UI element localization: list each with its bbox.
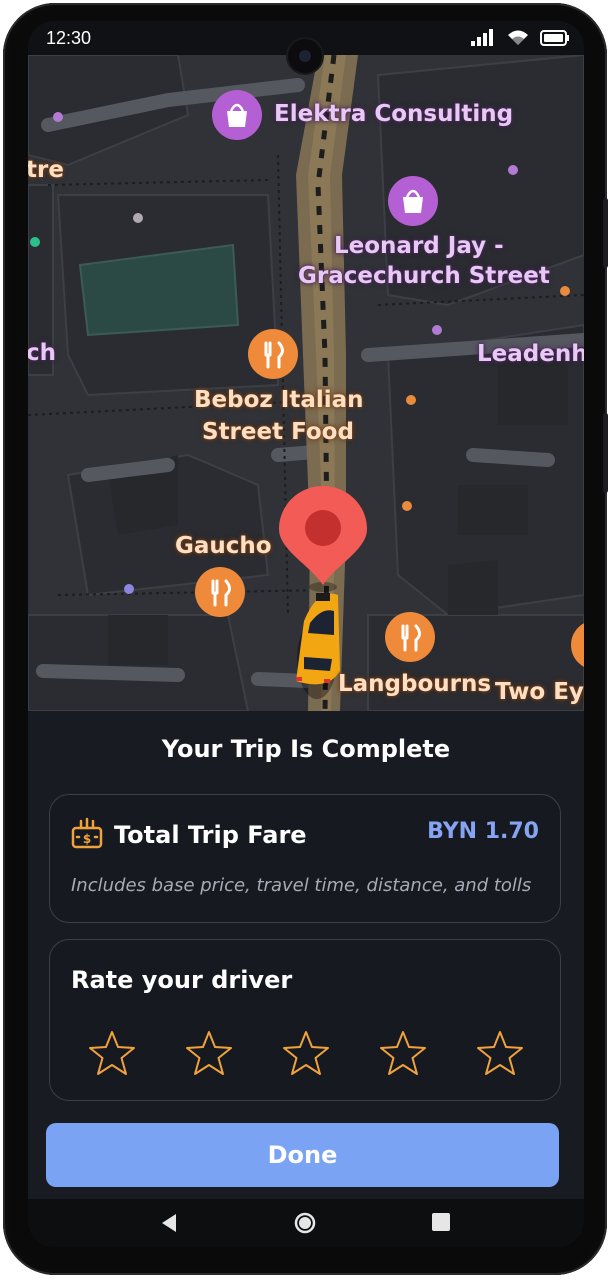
map-place-label[interactable]: Beboz Italian bbox=[194, 385, 364, 416]
star-2-icon[interactable] bbox=[183, 1028, 235, 1080]
power-button bbox=[603, 413, 608, 493]
wifi-icon bbox=[508, 30, 528, 45]
battery-icon bbox=[540, 30, 569, 46]
done-button[interactable]: Done bbox=[46, 1123, 559, 1187]
map-place-label[interactable]: Street Food bbox=[202, 417, 354, 448]
map-place-label[interactable]: Leadenha bbox=[477, 339, 584, 370]
phone-frame: Elektra Consulting Leonard Jay - Gracech… bbox=[3, 3, 608, 1275]
star-5-icon[interactable] bbox=[474, 1028, 526, 1080]
rating-card: Rate your driver bbox=[49, 939, 561, 1101]
map-place-label[interactable]: Leonard Jay - bbox=[334, 231, 504, 262]
map-place-label[interactable]: Elektra Consulting bbox=[274, 99, 513, 130]
front-camera bbox=[288, 39, 322, 73]
cellular-signal-icon bbox=[471, 29, 493, 46]
rating-title: Rate your driver bbox=[71, 966, 293, 994]
system-nav-bar bbox=[28, 1199, 584, 1247]
star-1-icon[interactable] bbox=[86, 1028, 138, 1080]
shopping-poi-icon bbox=[212, 90, 262, 140]
status-time: 12:30 bbox=[46, 28, 92, 48]
map-place-label[interactable]: tre bbox=[28, 155, 64, 186]
volume-button bbox=[603, 198, 608, 268]
screen: Elektra Consulting Leonard Jay - Gracech… bbox=[28, 21, 584, 1247]
back-icon[interactable] bbox=[158, 1211, 180, 1235]
fare-card: $ Total Trip Fare BYN 1.70 Includes base… bbox=[49, 794, 561, 923]
map-place-label[interactable]: Langbourns bbox=[338, 669, 491, 700]
shopping-poi-icon bbox=[388, 176, 438, 226]
map-place-label[interactable]: Gracechurch Street bbox=[298, 261, 550, 292]
star-4-icon[interactable] bbox=[377, 1028, 429, 1080]
trip-summary-sheet: Your Trip Is Complete $ Total Trip Fare … bbox=[28, 711, 584, 1215]
star-rating bbox=[86, 1028, 526, 1080]
cash-icon: $ bbox=[71, 817, 103, 849]
map-canvas bbox=[28, 55, 584, 711]
fare-title: Total Trip Fare bbox=[114, 821, 307, 849]
home-icon[interactable] bbox=[293, 1211, 317, 1235]
recents-icon[interactable] bbox=[430, 1211, 452, 1233]
trip-complete-title: Your Trip Is Complete bbox=[161, 735, 451, 763]
map-place-label[interactable]: Two Eye bbox=[495, 677, 584, 708]
map-place-label[interactable]: Gaucho bbox=[175, 531, 272, 562]
fare-amount: BYN 1.70 bbox=[427, 819, 539, 844]
fare-note: Includes base price, travel time, distan… bbox=[71, 875, 532, 896]
map-place-label[interactable]: ch bbox=[28, 338, 56, 369]
svg-text:$: $ bbox=[83, 832, 91, 846]
star-3-icon[interactable] bbox=[280, 1028, 332, 1080]
map-view[interactable]: Elektra Consulting Leonard Jay - Gracech… bbox=[28, 55, 584, 711]
